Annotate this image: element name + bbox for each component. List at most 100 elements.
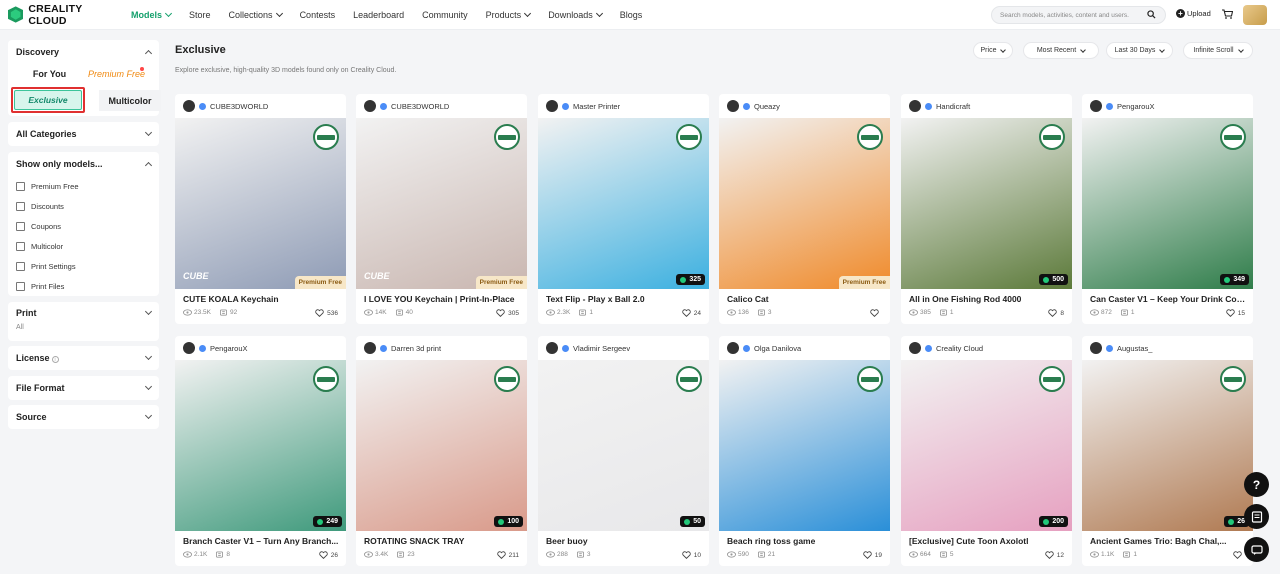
model-thumbnail[interactable]: 26 bbox=[1082, 360, 1253, 531]
nav-blogs[interactable]: Blogs bbox=[620, 10, 643, 20]
cart-icon[interactable] bbox=[1222, 9, 1233, 19]
period-filter[interactable]: Last 30 Days bbox=[1106, 42, 1173, 59]
author-name[interactable]: Augustas_ bbox=[1117, 344, 1152, 353]
card-author[interactable]: Queazy bbox=[719, 94, 890, 118]
like-button[interactable]: 211 bbox=[496, 551, 519, 559]
tab-premium-free[interactable]: Premium Free bbox=[83, 64, 150, 84]
model-card[interactable]: Olga Danilova Beach ring toss game 590 21 19 bbox=[719, 336, 890, 566]
model-title[interactable]: All in One Fishing Rod 4000 bbox=[909, 294, 1065, 304]
model-thumbnail[interactable]: 200 bbox=[901, 360, 1072, 531]
feedback-button[interactable] bbox=[1244, 504, 1269, 529]
model-title[interactable]: Beach ring toss game bbox=[727, 536, 883, 546]
model-card[interactable]: PengarouX 349 Can Caster V1 – Keep Your Dr… bbox=[1082, 94, 1253, 324]
model-title[interactable]: Beer buoy bbox=[546, 536, 702, 546]
author-avatar[interactable] bbox=[546, 100, 558, 112]
author-avatar[interactable] bbox=[546, 342, 558, 354]
author-avatar[interactable] bbox=[364, 342, 376, 354]
model-card[interactable]: Handicraft 500 All in One Fishing Rod 4000… bbox=[901, 94, 1072, 324]
author-name[interactable]: Creality Cloud bbox=[936, 344, 983, 353]
filter-coupons[interactable]: Coupons bbox=[8, 216, 159, 236]
author-name[interactable]: CUBE3DWORLD bbox=[210, 102, 268, 111]
card-author[interactable]: Master Printer bbox=[538, 94, 709, 118]
source-panel[interactable]: Source bbox=[8, 405, 159, 429]
card-author[interactable]: PengarouX bbox=[175, 336, 346, 360]
author-name[interactable]: Master Printer bbox=[573, 102, 620, 111]
model-card[interactable]: Vladimir Sergeev 50 Beer buoy 288 3 10 bbox=[538, 336, 709, 566]
tab-exclusive[interactable]: Exclusive bbox=[11, 87, 85, 113]
model-title[interactable]: [Exclusive] Cute Toon Axolotl bbox=[909, 536, 1065, 546]
like-button[interactable]: 10 bbox=[682, 551, 701, 559]
author-avatar[interactable] bbox=[909, 100, 921, 112]
nav-store[interactable]: Store bbox=[189, 10, 211, 20]
card-author[interactable]: Creality Cloud bbox=[901, 336, 1072, 360]
model-title[interactable]: Text Flip - Play x Ball 2.0 bbox=[546, 294, 702, 304]
filter-premium-free[interactable]: Premium Free bbox=[8, 176, 159, 196]
scroll-mode-filter[interactable]: Infinite Scroll bbox=[1183, 42, 1253, 59]
nav-products[interactable]: Products bbox=[486, 9, 532, 20]
author-avatar[interactable] bbox=[183, 100, 195, 112]
model-thumbnail[interactable]: CUBE Premium Free bbox=[356, 118, 527, 289]
all-categories-panel[interactable]: All Categories bbox=[8, 122, 159, 146]
help-button[interactable]: ? bbox=[1244, 472, 1269, 497]
nav-community[interactable]: Community bbox=[422, 10, 468, 20]
model-title[interactable]: ROTATING SNACK TRAY bbox=[364, 536, 520, 546]
print-panel[interactable]: Print All bbox=[8, 302, 159, 341]
search-input[interactable] bbox=[992, 7, 1142, 23]
author-avatar[interactable] bbox=[1090, 342, 1102, 354]
model-title[interactable]: I LOVE YOU Keychain | Print-In-Place bbox=[364, 294, 520, 304]
like-button[interactable]: 12 bbox=[1045, 551, 1064, 559]
model-title[interactable]: Branch Caster V1 – Turn Any Branch... bbox=[183, 536, 339, 546]
model-thumbnail[interactable]: Premium Free bbox=[719, 118, 890, 289]
model-thumbnail[interactable] bbox=[719, 360, 890, 531]
creality-logo[interactable]: CREALITY CLOUD bbox=[8, 3, 120, 27]
author-name[interactable]: Queazy bbox=[754, 102, 780, 111]
card-author[interactable]: CUBE3DWORLD bbox=[175, 94, 346, 118]
like-button[interactable] bbox=[870, 309, 882, 317]
author-name[interactable]: PengarouX bbox=[1117, 102, 1155, 111]
filter-print-files[interactable]: Print Files bbox=[8, 276, 159, 296]
model-title[interactable]: Can Caster V1 – Keep Your Drink Col... bbox=[1090, 294, 1246, 304]
filter-print-settings[interactable]: Print Settings bbox=[8, 256, 159, 276]
model-title[interactable]: Ancient Games Trio: Bagh Chal,... bbox=[1090, 536, 1246, 546]
card-author[interactable]: CUBE3DWORLD bbox=[356, 94, 527, 118]
upload-button[interactable]: + Upload bbox=[1176, 9, 1211, 18]
tab-for-you[interactable]: For You bbox=[16, 64, 83, 84]
like-button[interactable]: 536 bbox=[315, 309, 338, 317]
model-card[interactable]: PengarouX 249 Branch Caster V1 – Turn Any … bbox=[175, 336, 346, 566]
card-author[interactable]: PengarouX bbox=[1082, 94, 1253, 118]
model-card[interactable]: Creality Cloud 200 [Exclusive] Cute Toon A… bbox=[901, 336, 1072, 566]
card-author[interactable]: Darren 3d print bbox=[356, 336, 527, 360]
author-name[interactable]: Handicraft bbox=[936, 102, 970, 111]
checkbox[interactable] bbox=[16, 181, 25, 191]
author-name[interactable]: Olga Danilova bbox=[754, 344, 801, 353]
file-format-panel[interactable]: File Format bbox=[8, 376, 159, 400]
checkbox[interactable] bbox=[16, 201, 25, 211]
model-thumbnail[interactable]: 500 bbox=[901, 118, 1072, 289]
model-title[interactable]: Calico Cat bbox=[727, 294, 883, 304]
discovery-header[interactable]: Discovery bbox=[8, 40, 159, 64]
model-thumbnail[interactable]: 325 bbox=[538, 118, 709, 289]
model-card[interactable]: Queazy Premium Free Calico Cat 136 3 bbox=[719, 94, 890, 324]
like-button[interactable]: 305 bbox=[496, 309, 519, 317]
author-avatar[interactable] bbox=[727, 100, 739, 112]
author-avatar[interactable] bbox=[1090, 100, 1102, 112]
card-author[interactable]: Augustas_ bbox=[1082, 336, 1253, 360]
model-card[interactable]: CUBE3DWORLD CUBE Premium Free CUTE KOALA Ke… bbox=[175, 94, 346, 324]
model-thumbnail[interactable]: 249 bbox=[175, 360, 346, 531]
model-card[interactable]: Augustas_ 26 Ancient Games Trio: Bagh Chal… bbox=[1082, 336, 1253, 566]
like-button[interactable] bbox=[1233, 551, 1245, 559]
checkbox[interactable] bbox=[16, 221, 25, 231]
author-avatar[interactable] bbox=[909, 342, 921, 354]
model-title[interactable]: CUTE KOALA Keychain bbox=[183, 294, 339, 304]
checkbox[interactable] bbox=[16, 281, 25, 291]
card-author[interactable]: Vladimir Sergeev bbox=[538, 336, 709, 360]
sort-filter[interactable]: Most Recent bbox=[1023, 42, 1099, 59]
model-card[interactable]: Master Printer 325 Text Flip - Play x Ball… bbox=[538, 94, 709, 324]
like-button[interactable]: 8 bbox=[1048, 309, 1064, 317]
nav-collections[interactable]: Collections bbox=[229, 9, 283, 20]
nav-leaderboard[interactable]: Leaderboard bbox=[353, 10, 404, 20]
card-author[interactable]: Olga Danilova bbox=[719, 336, 890, 360]
model-card[interactable]: CUBE3DWORLD CUBE Premium Free I LOVE YOU Ke… bbox=[356, 94, 527, 324]
nav-models[interactable]: Models bbox=[131, 9, 173, 20]
license-panel[interactable]: License i bbox=[8, 346, 159, 370]
